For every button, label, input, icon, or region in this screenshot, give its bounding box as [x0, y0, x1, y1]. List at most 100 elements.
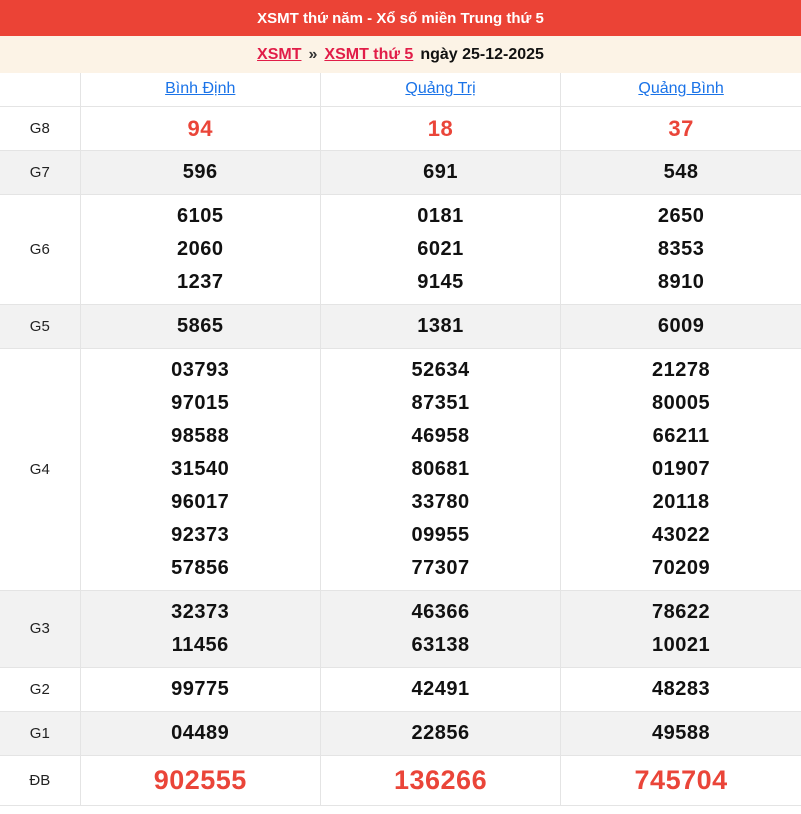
prize-number: 37 — [561, 112, 801, 145]
prize-cell-g3-2: 7862210021 — [561, 590, 801, 667]
prize-cell-g7-1: 691 — [320, 150, 560, 194]
prize-number: 48283 — [561, 673, 801, 706]
breadcrumb-link-xsmt[interactable]: XSMT — [257, 46, 301, 64]
prize-number: 6105 — [81, 200, 320, 233]
prize-number: 9145 — [321, 266, 560, 299]
prize-number: 87351 — [321, 387, 560, 420]
prize-label-g4: G4 — [0, 348, 80, 590]
prize-cell-g3-0: 3237311456 — [80, 590, 320, 667]
prize-cell-g4-0: 03793970159858831540960179237357856 — [80, 348, 320, 590]
prize-label-g8: G8 — [0, 106, 80, 150]
prize-number: 77307 — [321, 552, 560, 585]
prize-number: 99775 — [81, 673, 320, 706]
prize-number: 46366 — [321, 596, 560, 629]
prize-number: 18 — [321, 112, 560, 145]
prize-number: 5865 — [81, 310, 320, 343]
prize-number: 745704 — [561, 761, 801, 800]
prize-number: 2060 — [81, 233, 320, 266]
prize-number: 22856 — [321, 717, 560, 750]
prize-number: 66211 — [561, 420, 801, 453]
prize-number: 6009 — [561, 310, 801, 343]
prize-number: 31540 — [81, 453, 320, 486]
prize-cell-g2-0: 99775 — [80, 667, 320, 711]
prize-number: 63138 — [321, 629, 560, 662]
prize-number: 03793 — [81, 354, 320, 387]
prize-number: 46958 — [321, 420, 560, 453]
prize-cell-g5-1: 1381 — [320, 304, 560, 348]
breadcrumb: XSMT » XSMT thứ 5 ngày 25-12-2025 — [0, 36, 801, 73]
prize-cell-g6-1: 018160219145 — [320, 194, 560, 304]
prize-number: 0181 — [321, 200, 560, 233]
prize-number: 96017 — [81, 486, 320, 519]
results-table: Bình Định Quảng Trị Quảng Bình G8941837G… — [0, 73, 801, 806]
province-link-binh-dinh[interactable]: Bình Định — [165, 80, 235, 97]
prize-cell-g6-0: 610520601237 — [80, 194, 320, 304]
prize-cell-g4-1: 52634873514695880681337800995577307 — [320, 348, 560, 590]
prize-number: 20118 — [561, 486, 801, 519]
prize-cell-g5-0: 5865 — [80, 304, 320, 348]
prize-cell-g3-1: 4636663138 — [320, 590, 560, 667]
prize-label-g2: G2 — [0, 667, 80, 711]
prize-number: 21278 — [561, 354, 801, 387]
prize-number: 136266 — [321, 761, 560, 800]
prize-number: 57856 — [81, 552, 320, 585]
prize-cell-g4-2: 21278800056621101907201184302270209 — [561, 348, 801, 590]
prize-row-g1: G1044892285649588 — [0, 711, 801, 755]
title-bar: XSMT thứ năm - Xổ số miền Trung thứ 5 — [0, 0, 801, 36]
prize-number: 78622 — [561, 596, 801, 629]
prize-row-g7: G7596691548 — [0, 150, 801, 194]
page-title: XSMT thứ năm - Xổ số miền Trung thứ 5 — [257, 10, 544, 27]
province-link-quang-tri[interactable]: Quảng Trị — [405, 80, 475, 97]
prize-number: 80005 — [561, 387, 801, 420]
prize-cell-db-0: 902555 — [80, 755, 320, 805]
prize-number: 04489 — [81, 717, 320, 750]
prize-row-g2: G2997754249148283 — [0, 667, 801, 711]
prize-row-db: ĐB902555136266745704 — [0, 755, 801, 805]
prize-number: 70209 — [561, 552, 801, 585]
prize-cell-g1-2: 49588 — [561, 711, 801, 755]
prize-label-g1: G1 — [0, 711, 80, 755]
prize-cell-g8-0: 94 — [80, 106, 320, 150]
prize-cell-g8-1: 18 — [320, 106, 560, 150]
breadcrumb-date: ngày 25-12-2025 — [420, 46, 544, 64]
prize-number: 01907 — [561, 453, 801, 486]
prize-number: 902555 — [81, 761, 320, 800]
province-header-quang-binh: Quảng Bình — [561, 73, 801, 106]
prize-number: 97015 — [81, 387, 320, 420]
province-header-row: Bình Định Quảng Trị Quảng Bình — [0, 73, 801, 106]
prize-number: 52634 — [321, 354, 560, 387]
prize-number: 09955 — [321, 519, 560, 552]
prize-number: 596 — [81, 156, 320, 189]
prize-cell-g2-1: 42491 — [320, 667, 560, 711]
prize-cell-db-1: 136266 — [320, 755, 560, 805]
prize-number: 33780 — [321, 486, 560, 519]
prize-number: 42491 — [321, 673, 560, 706]
prize-cell-g1-1: 22856 — [320, 711, 560, 755]
prize-label-db: ĐB — [0, 755, 80, 805]
prize-number: 8353 — [561, 233, 801, 266]
prize-cell-db-2: 745704 — [561, 755, 801, 805]
prize-cell-g2-2: 48283 — [561, 667, 801, 711]
prize-row-g8: G8941837 — [0, 106, 801, 150]
prize-cell-g6-2: 265083538910 — [561, 194, 801, 304]
prize-label-g3: G3 — [0, 590, 80, 667]
prize-label-g5: G5 — [0, 304, 80, 348]
prize-label-g6: G6 — [0, 194, 80, 304]
prize-number: 2650 — [561, 200, 801, 233]
breadcrumb-separator: » — [308, 46, 317, 64]
prize-number: 1381 — [321, 310, 560, 343]
prize-number: 49588 — [561, 717, 801, 750]
prize-row-g5: G5586513816009 — [0, 304, 801, 348]
prize-number: 94 — [81, 112, 320, 145]
prize-cell-g5-2: 6009 — [561, 304, 801, 348]
prize-row-g3: G3323731145646366631387862210021 — [0, 590, 801, 667]
prize-cell-g7-2: 548 — [561, 150, 801, 194]
prize-number: 11456 — [81, 629, 320, 662]
prize-number: 10021 — [561, 629, 801, 662]
prize-cell-g7-0: 596 — [80, 150, 320, 194]
prize-number: 8910 — [561, 266, 801, 299]
prize-number: 691 — [321, 156, 560, 189]
breadcrumb-link-xsmt-thu-5[interactable]: XSMT thứ 5 — [324, 46, 413, 64]
prize-number: 1237 — [81, 266, 320, 299]
province-link-quang-binh[interactable]: Quảng Bình — [638, 80, 723, 97]
